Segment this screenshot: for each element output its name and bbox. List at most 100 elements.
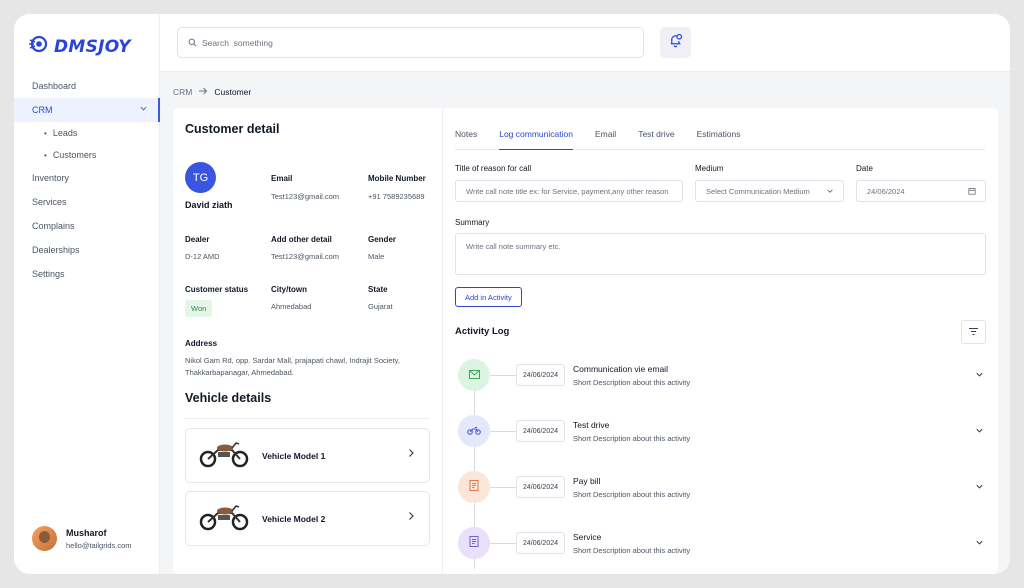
divider — [185, 418, 430, 419]
gender-value: Male — [368, 252, 385, 261]
chevron-down-icon[interactable] — [975, 482, 984, 493]
activity-title: Communication vie email — [573, 364, 668, 374]
sidebar-item-inventory[interactable]: Inventory — [14, 166, 160, 190]
medium-label: Medium — [695, 164, 724, 173]
title-field-label: Title of reason for call — [455, 164, 532, 173]
activity-date: 24/06/2024 — [516, 476, 565, 498]
customer-name: David ziath — [185, 200, 233, 210]
activity-desc: Short Description about this activity — [573, 434, 691, 443]
medium-select[interactable]: Select Communication Medium — [695, 180, 844, 202]
other-detail-label: Add other detail — [271, 235, 332, 244]
motorcycle-icon — [198, 438, 250, 473]
activity-date: 24/06/2024 — [516, 420, 565, 442]
vehicle-card-2[interactable]: Vehicle Model 2 — [185, 491, 430, 546]
chevron-down-icon[interactable] — [139, 98, 148, 122]
gender-label: Gender — [368, 235, 397, 244]
city-label: City/town — [271, 285, 307, 294]
mobile-label: Mobile Number — [368, 174, 426, 183]
activity-icon-3 — [458, 471, 490, 503]
chevron-down-icon[interactable] — [975, 538, 984, 549]
state-label: State — [368, 285, 388, 294]
medium-select-value: Select Communication Medium — [706, 186, 810, 196]
call-title-input[interactable]: Write call note title ex: for Service, p… — [455, 180, 683, 202]
chevron-down-icon[interactable] — [975, 370, 984, 381]
sidebar-subitem-customers[interactable]: Customers — [14, 144, 160, 166]
other-detail-value: Test123@gmail.com — [271, 252, 340, 261]
add-in-activity-button[interactable]: Add in Activity — [455, 287, 522, 307]
customer-detail-title: Customer detail — [185, 122, 280, 136]
summary-label: Summary — [455, 218, 490, 227]
chevron-right-icon[interactable] — [407, 511, 415, 524]
search-icon — [188, 34, 197, 52]
activity-desc: Short Description about this activity — [573, 546, 691, 555]
customer-avatar-initials: TG — [185, 162, 216, 193]
chevron-down-icon[interactable] — [975, 426, 984, 437]
user-name: Musharof — [66, 527, 107, 538]
breadcrumb-current: Customer — [214, 87, 252, 97]
breadcrumb: CRM Customer — [173, 87, 251, 97]
tab-notes[interactable]: Notes — [455, 122, 477, 150]
dealer-value: D-12 AMD — [185, 252, 220, 261]
vehicle-card-1[interactable]: Vehicle Model 1 — [185, 428, 430, 483]
connector — [490, 487, 518, 488]
tab-test-drive[interactable]: Test drive — [638, 122, 674, 150]
bike-icon — [467, 422, 481, 440]
state-value: Gujarat — [368, 302, 393, 311]
activity-log-title: Activity Log — [455, 326, 510, 337]
city-value: Ahmedabad — [271, 302, 312, 311]
sidebar-item-complains[interactable]: Complains — [14, 214, 160, 238]
sidebar-item-dashboard[interactable]: Dashboard — [14, 74, 160, 98]
tab-estimations[interactable]: Estimations — [697, 122, 741, 150]
connector — [490, 375, 518, 376]
sidebar-item-dealerships[interactable]: Dealerships — [14, 238, 160, 262]
vehicle-name: Vehicle Model 2 — [262, 513, 326, 524]
motorcycle-icon — [198, 501, 250, 536]
mail-icon — [468, 366, 480, 384]
sidebar-item-settings[interactable]: Settings — [14, 262, 160, 286]
breadcrumb-root[interactable]: CRM — [173, 87, 192, 97]
dealer-label: Dealer — [185, 235, 210, 244]
activity-icon-2 — [458, 415, 490, 447]
connector — [490, 431, 518, 432]
sidebar-item-services[interactable]: Services — [14, 190, 160, 214]
filter-button[interactable] — [961, 320, 986, 344]
arrow-right-icon — [198, 87, 208, 97]
sidebar-subitem-leads[interactable]: Leads — [14, 122, 160, 144]
sidebar: DMSJOY Dashboard CRM Leads Customers Inv… — [14, 14, 160, 574]
rocket-logo-icon — [28, 34, 50, 59]
activity-title: Pay bill — [573, 476, 601, 486]
tab-bar: Notes Log communication Email Test drive… — [455, 122, 985, 150]
tab-log-communication[interactable]: Log communication — [499, 122, 573, 150]
logo[interactable]: DMSJOY — [28, 34, 131, 59]
activity-title: Test drive — [573, 420, 610, 430]
vehicle-name: Vehicle Model 1 — [262, 450, 326, 461]
user-profile[interactable]: Musharof hello@tailgrids.com — [32, 526, 132, 551]
notification-button[interactable] — [660, 27, 691, 58]
customer-status-label: Customer status — [185, 285, 249, 294]
communication-panel: Notes Log communication Email Test drive… — [443, 108, 998, 574]
date-input[interactable]: 24/06/2024 — [856, 180, 986, 202]
activity-icon-4 — [458, 527, 490, 559]
summary-textarea[interactable]: Write call note summary etc. — [455, 233, 986, 275]
address-line-2: Thakkarbapanagar, Ahmedabad. — [185, 368, 294, 377]
bill-icon — [469, 478, 479, 496]
chevron-right-icon[interactable] — [407, 448, 415, 461]
search-input[interactable] — [202, 37, 602, 48]
activity-date: 24/06/2024 — [516, 532, 565, 554]
date-label: Date — [856, 164, 873, 173]
logo-text: DMSJOY — [54, 36, 131, 57]
sidebar-nav: Dashboard CRM Leads Customers Inventory … — [14, 74, 160, 286]
email-value: Test123@gmail.com — [271, 192, 340, 201]
activity-desc: Short Description about this activity — [573, 378, 691, 387]
user-email: hello@tailgrids.com — [66, 540, 132, 550]
search-box[interactable] — [177, 27, 644, 58]
email-label: Email — [271, 174, 293, 183]
activity-date: 24/06/2024 — [516, 364, 565, 386]
tab-email[interactable]: Email — [595, 122, 616, 150]
status-badge: Won — [185, 300, 213, 317]
calendar-icon[interactable] — [968, 187, 976, 197]
sidebar-item-crm[interactable]: CRM — [14, 98, 160, 122]
receipt-icon — [469, 534, 479, 552]
activity-desc: Short Description about this activity — [573, 490, 691, 499]
activity-title: Service — [573, 532, 602, 542]
